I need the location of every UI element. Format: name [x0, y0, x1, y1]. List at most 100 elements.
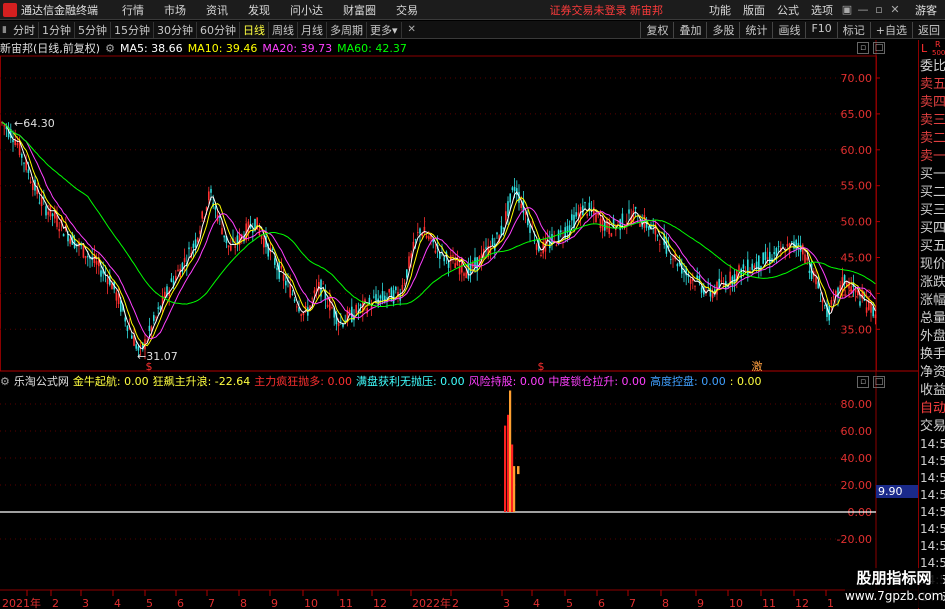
- panel-item: 14:56: [920, 505, 945, 519]
- candle-body: [830, 300, 833, 305]
- maximize-pane-icon[interactable]: □: [873, 42, 885, 54]
- candle-body: [819, 301, 822, 302]
- candle-body: [300, 314, 302, 316]
- period-15min[interactable]: 15分钟: [111, 21, 154, 38]
- indicator-tick-label: 40.00: [841, 452, 873, 465]
- candle-body: [139, 345, 142, 347]
- period-monthly[interactable]: 月线: [298, 21, 327, 38]
- tool-f10[interactable]: F10: [805, 21, 836, 38]
- period-daily[interactable]: 日线: [240, 21, 269, 38]
- maximize-icon[interactable]: ▫: [872, 3, 886, 16]
- menu-jiaoyi[interactable]: 交易: [386, 2, 428, 18]
- candle-body: [135, 344, 137, 349]
- tool-huaxian[interactable]: 画线: [772, 21, 805, 38]
- tool-tongji[interactable]: 统计: [739, 21, 772, 38]
- candle-body: [639, 223, 641, 227]
- period-fenshi[interactable]: 分时: [10, 21, 39, 38]
- candle-body: [593, 207, 595, 214]
- tool-buttons: 复权 叠加 多股 统计 画线 F10 标记 +自选 返回: [640, 21, 945, 38]
- menu-banmian[interactable]: 版面: [737, 2, 771, 18]
- menu-caifuquan[interactable]: 财富圈: [333, 2, 386, 18]
- ma10-line: [1, 121, 876, 347]
- candle-body: [106, 278, 109, 285]
- restore-indicator-icon[interactable]: ▫: [857, 376, 869, 388]
- period-more[interactable]: 更多▾: [367, 21, 402, 38]
- candle-body: [388, 289, 390, 293]
- trade-notice[interactable]: 证券交易未登录 新宙邦: [550, 2, 664, 18]
- menu-faxian[interactable]: 发现: [238, 2, 280, 18]
- panel-corner[interactable]: L R 500: [919, 40, 945, 58]
- tool-biaoji[interactable]: 标记: [836, 21, 870, 38]
- tool-duogu[interactable]: 多股: [706, 21, 739, 38]
- period-1min[interactable]: 1分钟: [39, 21, 75, 38]
- candle-body: [575, 212, 577, 217]
- period-weekly[interactable]: 周线: [269, 21, 298, 38]
- maximize-indicator-icon[interactable]: □: [873, 376, 885, 388]
- period-30min[interactable]: 30分钟: [154, 21, 197, 38]
- panel-item: 买二: [920, 185, 945, 200]
- time-tick-label: 7: [629, 597, 636, 609]
- time-tick-label: 2: [52, 597, 59, 609]
- candle-body: [747, 259, 749, 277]
- candle-body: [62, 234, 65, 237]
- high-annotation: ←64.30: [14, 117, 55, 130]
- indicator-item: 高度控盘: 0.00: [650, 375, 726, 388]
- menu-shichang[interactable]: 市场: [154, 2, 196, 18]
- restore-icon[interactable]: ▣: [840, 3, 854, 16]
- period-60min[interactable]: 60分钟: [197, 21, 240, 38]
- candle-body: [293, 299, 296, 302]
- candle-body: [38, 202, 41, 204]
- menu-hangqing[interactable]: 行情: [112, 2, 154, 18]
- candle-body: [223, 235, 225, 238]
- candle-body: [874, 314, 877, 319]
- menu-bar: 通达信金融终端 行情 市场 资讯 发现 问小达 财富圈 交易 证券交易未登录 新…: [0, 0, 945, 20]
- candle-body: [197, 238, 199, 243]
- candle-body: [769, 251, 771, 264]
- panel-item: 14:56: [920, 471, 945, 485]
- menu-xuanxiang[interactable]: 选项: [805, 2, 839, 18]
- menu-gongneng[interactable]: 功能: [703, 2, 737, 18]
- restore-pane-icon[interactable]: ▫: [857, 42, 869, 54]
- price-tick-label: 60.00: [841, 144, 873, 157]
- indicator-item: 中度锁仓拉升: 0.00: [548, 375, 647, 388]
- guest-login[interactable]: 游客: [915, 2, 937, 18]
- menu-zixun[interactable]: 资讯: [196, 2, 238, 18]
- tool-diejia[interactable]: 叠加: [673, 21, 706, 38]
- panel-item: 委比: [920, 59, 945, 74]
- price-tick-label: 55.00: [841, 180, 873, 193]
- menu-wenxiaoda[interactable]: 问小达: [280, 2, 333, 18]
- candle-body: [791, 241, 793, 243]
- price-tick-label: 35.00: [841, 323, 873, 336]
- candle-body: [285, 280, 287, 286]
- candle-body: [337, 322, 340, 327]
- settings-icon[interactable]: ⚙: [105, 42, 115, 55]
- menu-gongshi[interactable]: 公式: [771, 2, 805, 18]
- kline-chart[interactable]: 70.00 65.00 60.00 55.00 50.00 45.00 40.00 35.00…: [0, 40, 918, 609]
- price-tick-label: 70.00: [841, 72, 873, 85]
- period-multi[interactable]: 多周期: [327, 21, 367, 38]
- candle-body: [359, 304, 362, 307]
- tool-fanhui[interactable]: 返回: [912, 21, 945, 38]
- candle-body: [47, 211, 49, 215]
- candle-body: [414, 239, 417, 241]
- watermark-url: www.7gpzb.com: [845, 589, 944, 603]
- indicator-marker-value: 9.90: [878, 485, 903, 498]
- candle-body: [806, 257, 808, 261]
- indicator-bar: [513, 466, 516, 512]
- minimize-icon[interactable]: —: [856, 3, 870, 16]
- tool-fuquan[interactable]: 复权: [640, 21, 673, 38]
- candle-body: [390, 287, 393, 302]
- candle-body: [786, 244, 789, 247]
- period-5min[interactable]: 5分钟: [75, 21, 111, 38]
- tool-zixuan[interactable]: +自选: [869, 21, 912, 38]
- indicator-settings-icon[interactable]: ⚙: [0, 375, 10, 388]
- candle-body: [491, 238, 494, 246]
- candle-body: [454, 263, 456, 268]
- candle-body: [711, 292, 714, 299]
- candle-body: [214, 206, 217, 210]
- candle-body: [808, 270, 811, 273]
- close-icon[interactable]: ✕: [888, 3, 902, 16]
- close-tab-icon[interactable]: ✕: [408, 24, 416, 35]
- candle-body: [610, 233, 613, 237]
- watermark: 股朋指标网 www.7gpzb.com: [845, 568, 943, 608]
